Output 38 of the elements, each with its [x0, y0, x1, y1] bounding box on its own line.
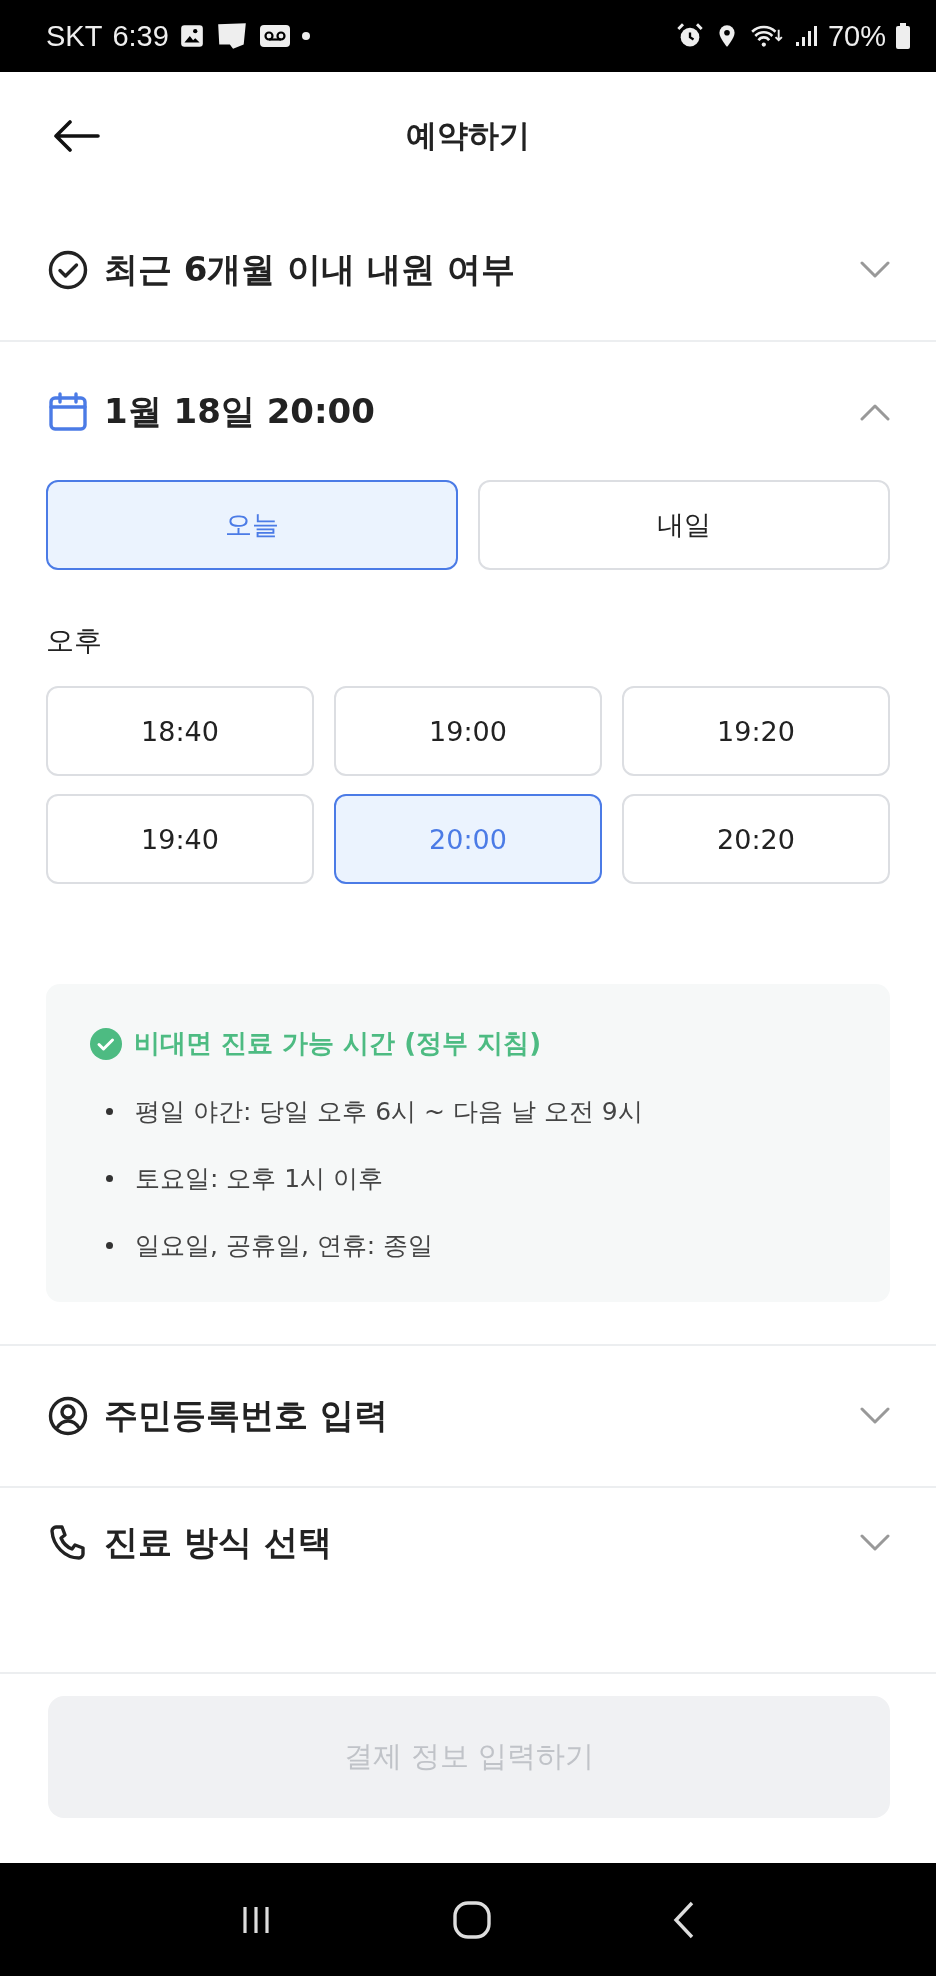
- page-title: 예약하기: [406, 116, 530, 155]
- wifi-icon: [749, 23, 784, 49]
- dot-icon: [300, 31, 311, 41]
- bullet-icon: [106, 1108, 113, 1115]
- section-title: 진료 방식 선택: [104, 1521, 333, 1564]
- back-button[interactable]: [52, 120, 100, 152]
- battery-icon: [896, 23, 910, 49]
- period-label: 오후: [46, 623, 103, 659]
- voicemail-icon: [258, 24, 291, 48]
- phone-icon: [48, 1523, 88, 1563]
- user-circle-icon: [48, 1396, 88, 1436]
- bullet-icon: [106, 1242, 113, 1249]
- section-title: 최근 6개월 이내 내원 여부: [104, 248, 516, 291]
- bullet-icon: [106, 1175, 113, 1182]
- section-title: 주민등록번호 입력: [104, 1394, 389, 1437]
- notice-item: 평일 야간: 당일 오후 6시 ~ 다음 날 오전 9시: [135, 1096, 643, 1128]
- battery-percent: 70%: [827, 19, 886, 53]
- notice-title: 비대면 진료 가능 시간 (정부 지침): [134, 1027, 542, 1060]
- section-title: 1월 18일 20:00: [104, 390, 376, 433]
- clock-time: 6:39: [112, 19, 169, 53]
- time-slot[interactable]: 18:40: [46, 686, 314, 776]
- time-slot[interactable]: 19:00: [334, 686, 602, 776]
- time-slot[interactable]: 20:00: [334, 794, 602, 884]
- notice-item: 토요일: 오후 1시 이후: [135, 1163, 384, 1195]
- day-option[interactable]: 내일: [478, 480, 890, 570]
- day-option[interactable]: 오늘: [46, 480, 458, 570]
- home-icon[interactable]: [452, 1899, 492, 1940]
- calendar-icon: [48, 392, 88, 432]
- time-slot[interactable]: 20:20: [622, 794, 890, 884]
- time-slot[interactable]: 19:40: [46, 794, 314, 884]
- notice-item: 일요일, 공휴일, 연휴: 종일: [135, 1230, 434, 1262]
- signal-icon: [793, 23, 818, 49]
- carrier-label: SKT: [46, 19, 103, 53]
- check-circle-icon: [90, 1027, 122, 1060]
- time-slot[interactable]: 19:20: [622, 686, 890, 776]
- check-circle-icon: [48, 250, 88, 290]
- image-icon: [178, 23, 205, 49]
- back-icon[interactable]: [672, 1899, 696, 1940]
